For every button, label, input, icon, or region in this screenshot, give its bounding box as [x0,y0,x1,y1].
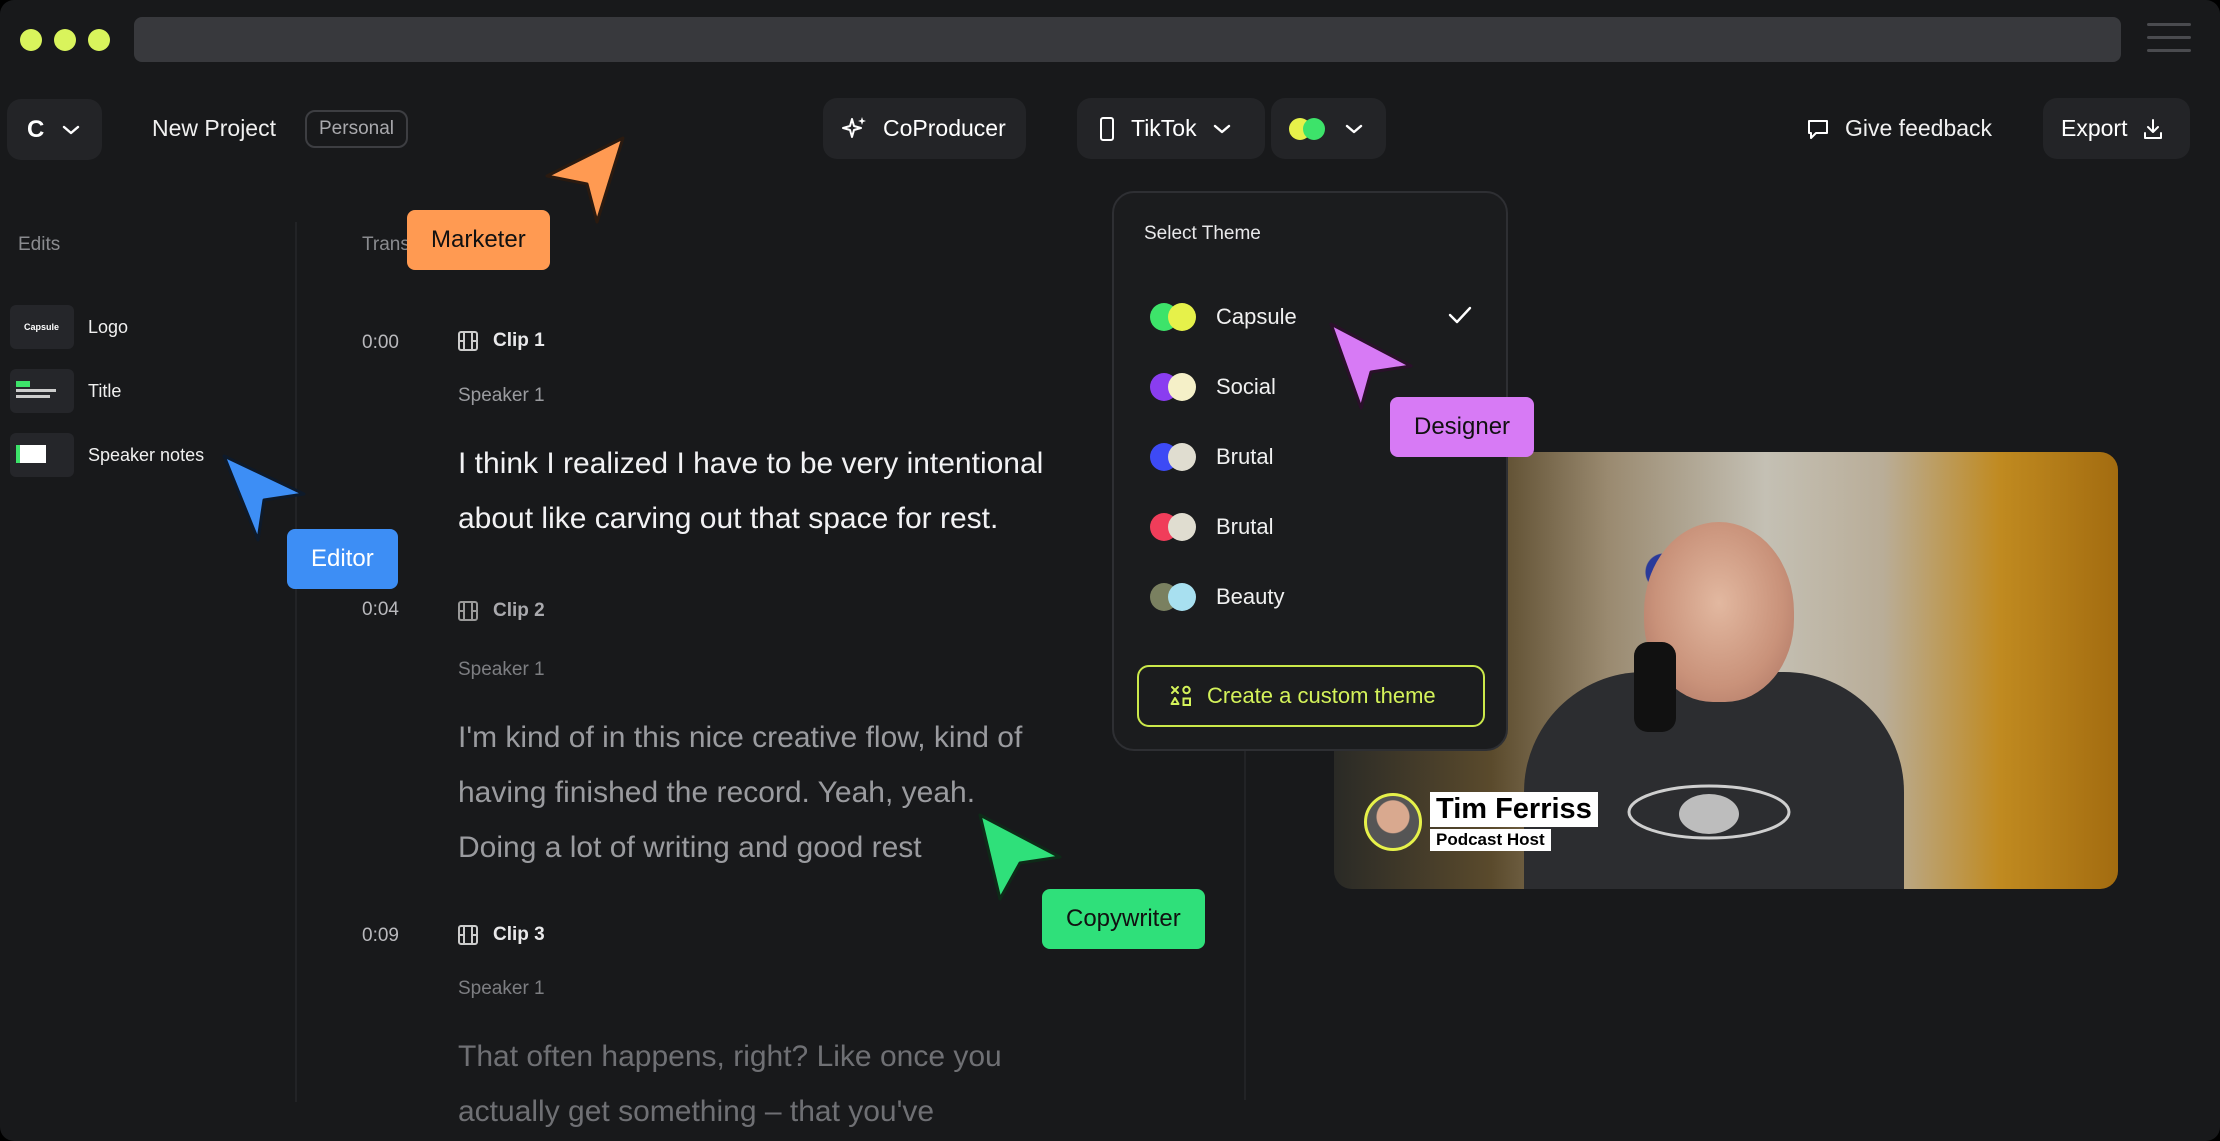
sidebar-item-label: Logo [88,316,129,337]
theme-option-social[interactable]: Social [1150,373,1276,401]
project-switcher-button[interactable]: C [7,99,102,160]
export-button[interactable]: Export [2043,98,2190,159]
theme-option-capsule[interactable]: Capsule [1150,303,1297,331]
speaker-label: Speaker 1 [458,978,545,999]
address-bar[interactable] [134,17,2121,62]
logo-thumbnail: Capsule [10,305,74,349]
copywriter-tag: Copywriter [1042,889,1205,949]
theme-dropdown-button[interactable] [1271,98,1386,159]
create-theme-label: Create a custom theme [1207,683,1436,708]
shirt-graphic [1619,782,1799,848]
clip-header[interactable]: Clip 3 [457,924,545,946]
format-label: TikTok [1131,115,1197,141]
theme-option-label: Beauty [1216,584,1285,609]
theme-swatch [1289,117,1327,140]
window-close-dot[interactable] [20,29,42,51]
clip-text[interactable]: I think I realized I have to be very int… [458,436,1043,546]
clip-text[interactable]: That often happens, right? Like once you… [458,1029,1002,1139]
comment-icon [1808,119,1828,139]
theme-option-label: Brutal [1216,444,1274,469]
download-icon [2144,118,2163,139]
marketer-tag: Marketer [407,210,550,270]
designer-tag: Designer [1390,397,1535,457]
app-window: C New Project Personal CoProducer TikTok… [0,0,2220,1141]
checkmark-icon [1448,306,1472,324]
phone-icon [1100,116,1114,141]
theme-option-label: Social [1216,374,1276,399]
microphone [1634,642,1676,732]
clip-timecode: 0:09 [362,925,399,946]
host-avatar [1364,792,1422,851]
project-initial: C [27,115,45,143]
chevron-down-icon [1345,124,1363,133]
theme-builder-icon [1170,685,1191,706]
film-icon [458,331,478,351]
marketer-cursor-icon [545,136,625,224]
workspace-tag: Personal [305,110,408,148]
clip-header[interactable]: Clip 1 [457,330,545,352]
lower-third[interactable]: Tim Ferriss Podcast Host [1364,792,1598,851]
sidebar-item-logo[interactable]: Capsule Logo [10,305,128,349]
editor-tag: Editor [287,529,398,589]
clip-title: Clip 1 [493,330,545,351]
theme-swatch [1150,443,1196,471]
window-minimize-dot[interactable] [54,29,76,51]
person-shirt [1524,672,1904,889]
menu-icon[interactable] [2147,23,2191,53]
window-zoom-dot[interactable] [88,29,110,51]
chevron-down-icon [1213,124,1230,133]
host-name: Tim Ferriss [1430,792,1598,827]
sidebar-divider [295,222,297,1102]
sidebar-item-title[interactable]: Title [10,369,121,413]
export-label: Export [2061,115,2128,141]
sidebar-item-label: Speaker notes [88,444,205,465]
theme-swatch [1150,373,1196,401]
edits-heading: Edits [18,234,61,255]
clip-timecode: 0:04 [362,599,399,620]
feedback-label: Give feedback [1845,115,1993,141]
theme-swatch [1150,583,1196,611]
chevron-down-icon [63,125,80,134]
sparkle-icon [842,116,866,138]
title-thumbnail [10,369,74,413]
format-dropdown[interactable]: TikTok [1077,98,1265,159]
sidebar-item-speaker-notes[interactable]: Speaker notes [10,433,204,477]
clip-header[interactable]: Clip 2 [457,600,545,622]
theme-option-brutal[interactable]: Brutal [1150,443,1273,471]
host-role: Podcast Host [1430,829,1551,851]
give-feedback-button[interactable]: Give feedback [1805,115,1992,142]
coproducer-label: CoProducer [883,115,1006,141]
film-icon [458,925,478,945]
theme-swatch [1150,513,1196,541]
speaker-label: Speaker 1 [458,659,545,680]
theme-option-label: Capsule [1216,304,1297,329]
clip-title: Clip 2 [493,600,545,621]
coproducer-button[interactable]: CoProducer [823,98,1026,159]
project-name[interactable]: New Project [152,115,276,142]
theme-swatch [1150,303,1196,331]
theme-menu: Select Theme Capsule Social Brutal Bruta… [1112,191,1508,751]
clip-title: Clip 3 [493,924,545,945]
film-icon [458,601,478,621]
speaker-label: Speaker 1 [458,385,545,406]
transcript-heading: Trans [362,234,410,255]
clip-text[interactable]: I'm kind of in this nice creative flow, … [458,710,1022,875]
create-custom-theme-button[interactable]: Create a custom theme [1137,665,1485,727]
theme-option-beauty[interactable]: Beauty [1150,583,1285,611]
theme-menu-title: Select Theme [1144,223,1261,244]
clip-timecode: 0:00 [362,332,399,353]
sidebar-item-label: Title [88,380,122,401]
theme-option-brutal-red[interactable]: Brutal [1150,513,1273,541]
theme-option-label: Brutal [1216,514,1274,539]
speaker-notes-thumbnail [10,433,74,477]
